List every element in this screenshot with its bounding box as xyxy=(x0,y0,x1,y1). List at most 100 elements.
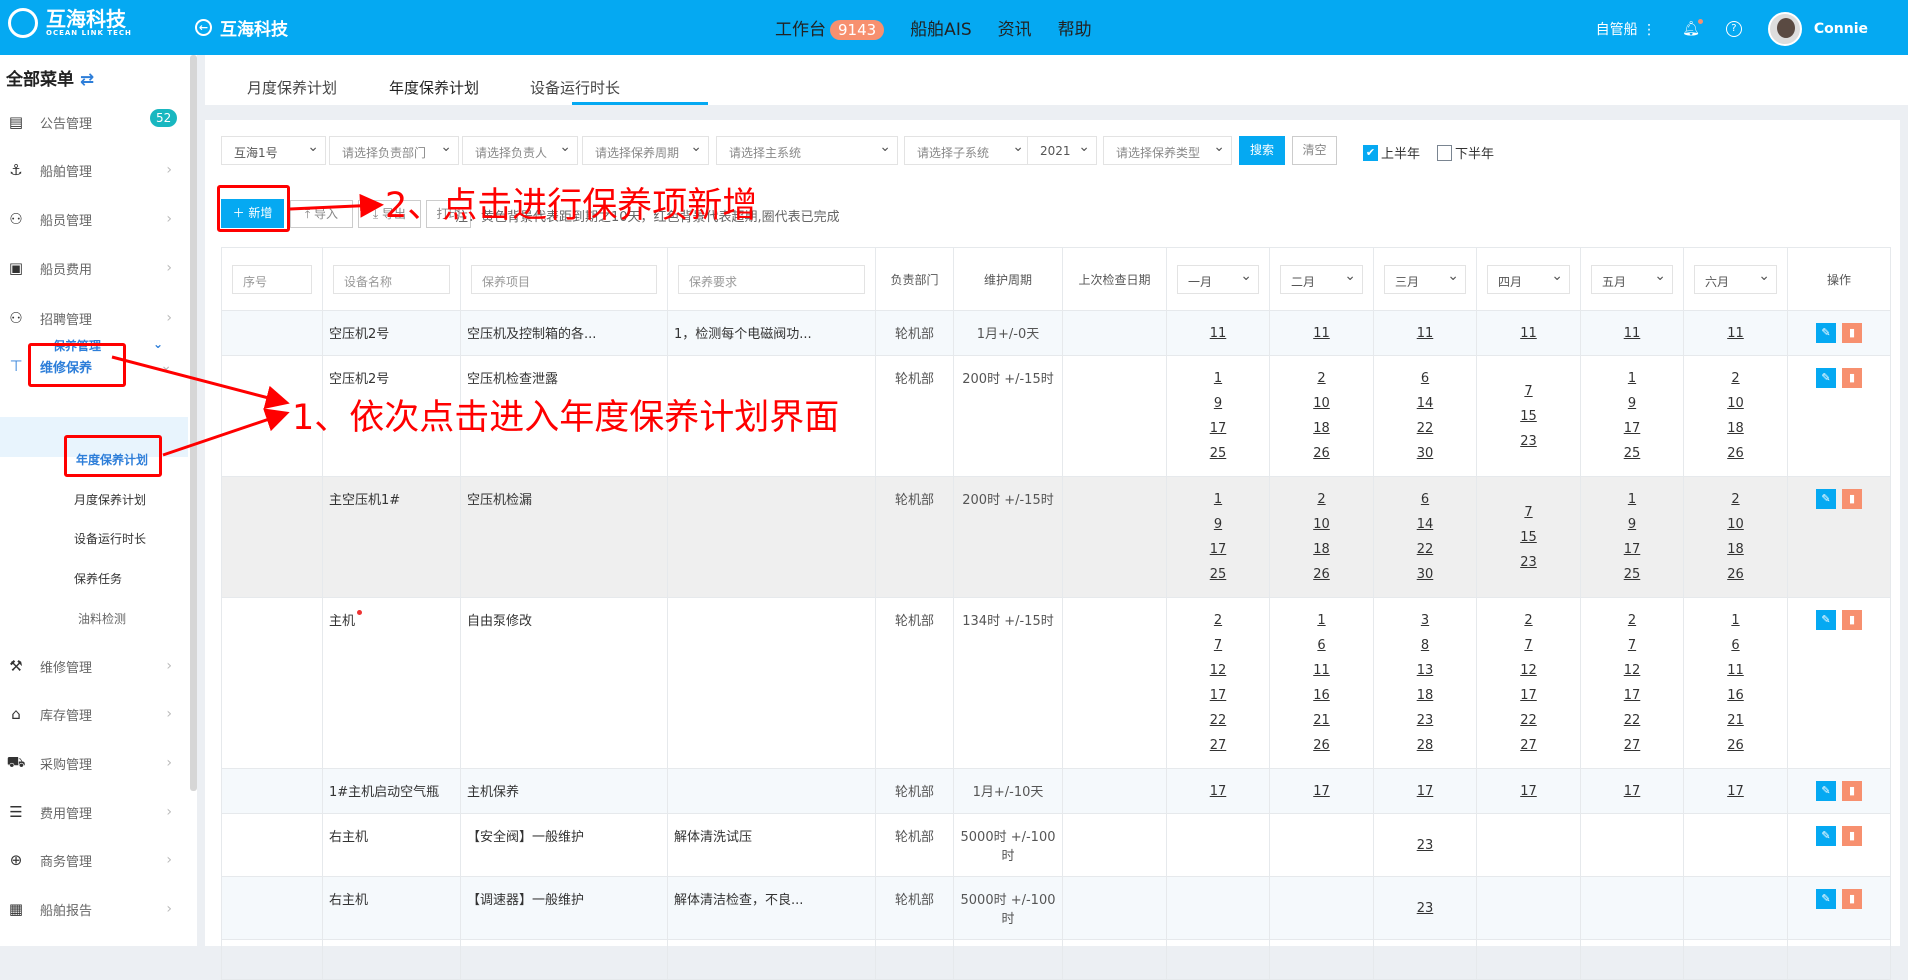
dept-select[interactable]: 请选择负责部门 xyxy=(329,136,459,165)
cycle-select[interactable]: 请选择保养周期 xyxy=(582,136,709,165)
sidebar-item[interactable]: ▦ 船舶报告 › xyxy=(0,894,188,924)
plan-day-link[interactable]: 16 xyxy=(1684,683,1787,708)
plan-day-link[interactable]: 1 xyxy=(1684,608,1787,633)
plan-day-link[interactable]: 30 xyxy=(1374,441,1476,466)
plan-day-link[interactable]: 17 xyxy=(1167,779,1269,804)
delete-trash-icon[interactable]: ▮ xyxy=(1842,368,1862,388)
plan-day-link[interactable]: 11 xyxy=(1374,321,1476,346)
plan-day-link[interactable]: 26 xyxy=(1684,733,1787,758)
plan-day-link[interactable]: 6 xyxy=(1270,633,1373,658)
plan-day-link[interactable]: 2 xyxy=(1684,487,1787,512)
plan-day-link[interactable]: 26 xyxy=(1684,562,1787,587)
plan-day-link[interactable]: 2 xyxy=(1581,608,1683,633)
plan-day-link[interactable]: 11 xyxy=(1270,658,1373,683)
plan-day-link[interactable]: 2 xyxy=(1167,608,1269,633)
delete-trash-icon[interactable]: ▮ xyxy=(1842,781,1862,801)
clear-button[interactable]: 清空 xyxy=(1292,136,1337,165)
sidebar-item[interactable]: ⌂ 库存管理 › xyxy=(0,699,188,729)
plan-day-link[interactable]: 11 xyxy=(1581,321,1683,346)
plan-day-link[interactable]: 22 xyxy=(1374,537,1476,562)
sidebar-scrollbar[interactable] xyxy=(190,55,197,791)
plan-day-link[interactable]: 6 xyxy=(1374,487,1476,512)
plan-day-link[interactable]: 21 xyxy=(1684,708,1787,733)
tab-annual[interactable]: 年度保养计划 xyxy=(389,77,479,98)
sidebar-item-runtime[interactable]: 设备运行时长 xyxy=(74,530,146,547)
plan-day-link[interactable]: 3 xyxy=(1374,608,1476,633)
plan-day-link[interactable]: 11 xyxy=(1684,321,1787,346)
plan-day-link[interactable]: 27 xyxy=(1477,733,1580,758)
plan-day-link[interactable]: 10 xyxy=(1270,512,1373,537)
plan-day-link[interactable]: 12 xyxy=(1477,658,1580,683)
edit-pencil-icon[interactable]: ✎ xyxy=(1816,826,1836,846)
plan-day-link[interactable]: 25 xyxy=(1581,562,1683,587)
plan-day-link[interactable]: 14 xyxy=(1374,391,1476,416)
plan-day-link[interactable]: 25 xyxy=(1167,441,1269,466)
nav-news[interactable]: 资讯 xyxy=(998,15,1032,40)
plan-day-link[interactable]: 11 xyxy=(1270,321,1373,346)
month-select[interactable]: 一月 xyxy=(1177,264,1259,294)
plan-day-link[interactable]: 1 xyxy=(1581,366,1683,391)
ship-mode-menu[interactable]: 自管船 ⋮ xyxy=(1596,19,1656,39)
plan-day-link[interactable]: 18 xyxy=(1684,537,1787,562)
plan-day-link[interactable]: 1 xyxy=(1167,366,1269,391)
plan-day-link[interactable]: 11 xyxy=(1477,321,1580,346)
plan-day-link[interactable]: 26 xyxy=(1270,733,1373,758)
help-icon[interactable]: ? xyxy=(1725,21,1742,37)
sidebar-item[interactable]: ⚒︎ 维修管理 › xyxy=(0,651,188,681)
delete-trash-icon[interactable]: ▮ xyxy=(1842,826,1862,846)
plan-day-link[interactable]: 7 xyxy=(1477,633,1580,658)
plan-day-link[interactable]: 11 xyxy=(1167,321,1269,346)
tab-monthly[interactable]: 月度保养计划 xyxy=(247,77,337,98)
plan-day-link[interactable]: 17 xyxy=(1374,779,1476,804)
sub-system-select[interactable]: 请选择子系统 xyxy=(904,136,1031,165)
switch-icon[interactable]: ⇄ xyxy=(80,70,94,90)
back-button[interactable]: ← 互海科技 xyxy=(195,15,288,40)
plan-day-link[interactable]: 14 xyxy=(1374,512,1476,537)
plan-day-link[interactable]: 7 xyxy=(1477,379,1580,404)
tab-runtime[interactable]: 设备运行时长 xyxy=(530,77,620,98)
plan-day-link[interactable]: 17 xyxy=(1581,537,1683,562)
import-button[interactable]: ⤒ 导入 xyxy=(290,200,353,228)
sidebar-item[interactable]: ⚇ 招聘管理 › xyxy=(0,303,188,333)
plan-day-link[interactable]: 9 xyxy=(1581,391,1683,416)
plan-day-link[interactable]: 10 xyxy=(1684,512,1787,537)
plan-day-link[interactable]: 17 xyxy=(1167,537,1269,562)
sidebar-item[interactable]: 油料检测 xyxy=(0,603,188,633)
plan-day-link[interactable]: 17 xyxy=(1581,779,1683,804)
plan-day-link[interactable]: 1 xyxy=(1270,608,1373,633)
plan-day-link[interactable]: 17 xyxy=(1684,779,1787,804)
plan-day-link[interactable]: 8 xyxy=(1374,633,1476,658)
search-button[interactable]: 搜索 xyxy=(1239,136,1285,165)
avatar[interactable] xyxy=(1767,12,1802,46)
plan-day-link[interactable]: 23 xyxy=(1374,708,1476,733)
plan-day-link[interactable]: 23 xyxy=(1477,429,1580,454)
plan-day-link[interactable]: 16 xyxy=(1270,683,1373,708)
plan-day-link[interactable]: 17 xyxy=(1581,416,1683,441)
plan-day-link[interactable]: 2 xyxy=(1684,366,1787,391)
plan-day-link[interactable]: 17 xyxy=(1167,683,1269,708)
plan-day-link[interactable]: 12 xyxy=(1167,658,1269,683)
requirement-filter-input[interactable]: 保养要求 xyxy=(678,264,865,294)
ship-select[interactable]: 互海1号 xyxy=(221,136,326,165)
plan-day-link[interactable]: 17 xyxy=(1167,416,1269,441)
plan-day-link[interactable]: 22 xyxy=(1167,708,1269,733)
equipment-filter-input[interactable]: 设备名称 xyxy=(333,264,450,294)
plan-day-link[interactable]: 7 xyxy=(1581,633,1683,658)
plan-day-link[interactable]: 18 xyxy=(1374,683,1476,708)
plan-day-link[interactable]: 17 xyxy=(1581,683,1683,708)
first-half-checkbox[interactable]: ✔ 上半年 xyxy=(1363,143,1420,162)
plan-day-link[interactable]: 10 xyxy=(1270,391,1373,416)
month-select[interactable]: 二月 xyxy=(1280,264,1363,294)
sidebar-item[interactable]: ⚇ 船员管理 › xyxy=(0,204,188,234)
plan-day-link[interactable]: 22 xyxy=(1477,708,1580,733)
sidebar-item-tasks[interactable]: 保养任务 xyxy=(74,570,122,587)
plan-day-link[interactable]: 9 xyxy=(1581,512,1683,537)
plan-day-link[interactable]: 18 xyxy=(1270,537,1373,562)
plan-day-link[interactable]: 17 xyxy=(1477,683,1580,708)
plan-day-link[interactable]: 21 xyxy=(1270,708,1373,733)
sidebar-item[interactable]: ☰ 费用管理 › xyxy=(0,797,188,827)
month-select[interactable]: 五月 xyxy=(1591,264,1673,294)
edit-pencil-icon[interactable]: ✎ xyxy=(1816,610,1836,630)
plan-day-link[interactable]: 13 xyxy=(1374,658,1476,683)
nav-workbench[interactable]: 工作台 9143 xyxy=(775,15,885,40)
